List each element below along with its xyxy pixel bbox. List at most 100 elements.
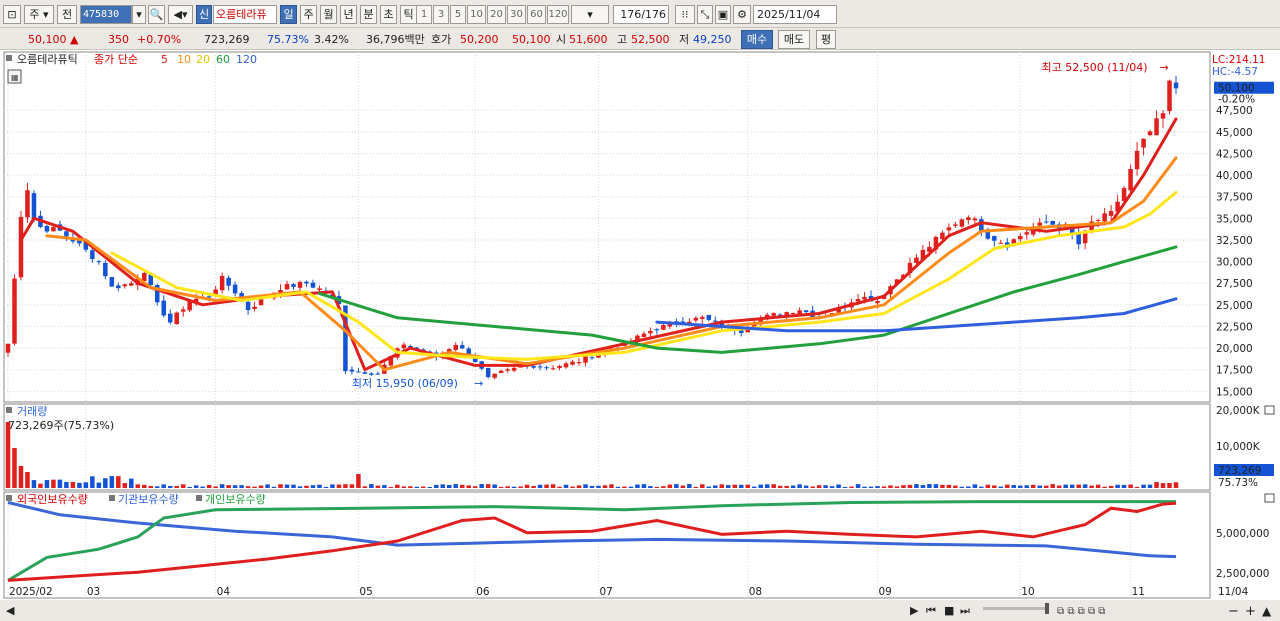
turnover-rate: 3.42% [314, 33, 349, 46]
candle-body [1128, 168, 1133, 191]
volume-bar [1011, 485, 1017, 488]
high-annotation: 최고 52,500 (11/04) [1042, 61, 1148, 74]
toolbar-tools-icons[interactable]: ⧉ ⧉ ⧉ ⧉ ⧉ [1057, 606, 1105, 617]
volume-bar [297, 486, 303, 488]
volume-bar [258, 485, 264, 488]
low-arrow-icon: → [474, 377, 483, 390]
search-icon[interactable]: 🔍 [148, 5, 165, 24]
cursor-icon[interactable]: ⤡ [697, 5, 713, 24]
volume-bar [745, 484, 750, 488]
save-icon[interactable]: ▣ [715, 5, 731, 24]
candle-body [5, 343, 11, 353]
volume-bar [349, 484, 355, 488]
ask-price-2: 50,100 [512, 33, 551, 46]
stop-icon[interactable]: ■ [944, 604, 954, 617]
legend-stock-name: 오름테라퓨틱 [17, 53, 78, 66]
volume-legend-square-icon [6, 407, 12, 413]
interval-tab-30[interactable]: 30 [507, 5, 526, 24]
window-menu-icon[interactable]: ⊡ [3, 5, 21, 24]
candle-body [589, 357, 595, 359]
scroll-left-icon[interactable]: ◀ [6, 604, 15, 617]
interval-tab-20[interactable]: 20 [487, 5, 506, 24]
gear-icon[interactable]: ⚙ [733, 5, 751, 24]
price-tick-label: 37,500 [1216, 192, 1253, 204]
candle-body [914, 257, 919, 263]
prev-button[interactable]: 전 [57, 5, 77, 24]
stock-name-field[interactable]: 오름테라퓨 [213, 5, 277, 24]
candle-body [661, 325, 666, 330]
scroll-first-icon[interactable]: ⏮ [926, 604, 936, 617]
period-tab-3[interactable]: 년 [340, 5, 357, 24]
period-tab-5[interactable]: 초 [380, 5, 397, 24]
candle-body [706, 314, 712, 320]
period-select[interactable]: 주 ▾ [24, 5, 54, 24]
interval-tab-5[interactable]: 5 [450, 5, 466, 24]
stock-code-input[interactable]: 475830 [80, 5, 132, 24]
zoom-slider-track[interactable] [983, 607, 1047, 610]
volume-bar [531, 485, 536, 488]
volume-bar [213, 486, 218, 488]
zoom-out-icon[interactable]: − [1228, 604, 1239, 619]
volume-bar [1037, 485, 1042, 488]
volume-bar [180, 484, 186, 488]
volume-bar [154, 486, 160, 488]
volume-bar [206, 485, 212, 488]
candle-body [862, 296, 867, 300]
avg-button[interactable]: 평 [816, 30, 836, 49]
volume-bar [161, 484, 166, 488]
period-tab-6[interactable]: 틱 [400, 5, 417, 24]
chart-area[interactable]: 15,000 17,500 20,000 22,500 25,000 27,500 30,0… [0, 50, 1280, 621]
interval-tab-10[interactable]: 10 [467, 5, 486, 24]
candle-body [356, 371, 361, 373]
volume-bar [310, 485, 316, 488]
volume-bar [797, 484, 802, 488]
sound-icon[interactable]: ◀▾ [168, 5, 193, 24]
bar-count-field[interactable]: 176/176 [613, 5, 669, 24]
scroll-last-icon[interactable]: ⏭ [960, 604, 970, 617]
chart-canvas[interactable]: 15,000 17,500 20,000 22,500 25,000 27,500 30,0… [0, 50, 1280, 621]
volume-bar [278, 484, 283, 488]
interval-tab-3[interactable]: 3 [433, 5, 449, 24]
period-tab-4[interactable]: 분 [360, 5, 377, 24]
interval-dropdown[interactable]: ▾ [571, 5, 609, 24]
candle-body [219, 275, 225, 291]
candle-body [453, 344, 458, 350]
ask-price-1: 50,200 [460, 33, 499, 46]
candle-body [966, 217, 971, 221]
grid-icon[interactable]: ⁝⁝ [675, 5, 695, 24]
price-tick-label: 35,000 [1216, 213, 1253, 225]
candle-body [258, 299, 264, 306]
zoom-in-icon[interactable]: + [1245, 604, 1256, 619]
period-select-label: 주 [29, 8, 40, 21]
volume-bar [1050, 484, 1055, 488]
x-end-label: 11/04 [1218, 586, 1249, 598]
holdings-panel-close-icon[interactable] [1264, 493, 1275, 503]
price-tick-label: 45,000 [1216, 127, 1253, 139]
volume-bar [940, 484, 945, 488]
candle-body [531, 366, 536, 368]
code-dropdown-icon[interactable]: ▾ [132, 5, 146, 24]
volume-bar [31, 480, 37, 488]
candle-body [459, 345, 465, 349]
volume-panel-close-icon[interactable] [1264, 405, 1275, 415]
candle-body [992, 236, 997, 241]
interval-tab-1[interactable]: 1 [416, 5, 432, 24]
interval-tab-120[interactable]: 120 [547, 5, 569, 24]
zoom-slider-handle[interactable] [1045, 603, 1049, 614]
sell-button[interactable]: 매도 [778, 30, 810, 49]
price-tick-label: 20,000 [1216, 343, 1253, 355]
volume-bar [803, 485, 809, 488]
date-field[interactable]: 2025/11/04 [753, 5, 837, 24]
candle-body [1141, 138, 1146, 148]
volume-bar [427, 486, 433, 488]
buy-button[interactable]: 매수 [741, 30, 773, 49]
period-tab-0[interactable]: 일 [280, 5, 297, 24]
volume-tick-label: 10,000K [1216, 441, 1261, 453]
zoom-fit-icon[interactable]: ▲ [1262, 604, 1272, 618]
high-arrow-icon: → [1160, 61, 1169, 74]
scroll-right-icon[interactable]: ▶ [910, 604, 919, 617]
period-tab-2[interactable]: 월 [320, 5, 337, 24]
volume-bar [330, 484, 335, 488]
period-tab-1[interactable]: 주 [300, 5, 317, 24]
interval-tab-60[interactable]: 60 [527, 5, 546, 24]
